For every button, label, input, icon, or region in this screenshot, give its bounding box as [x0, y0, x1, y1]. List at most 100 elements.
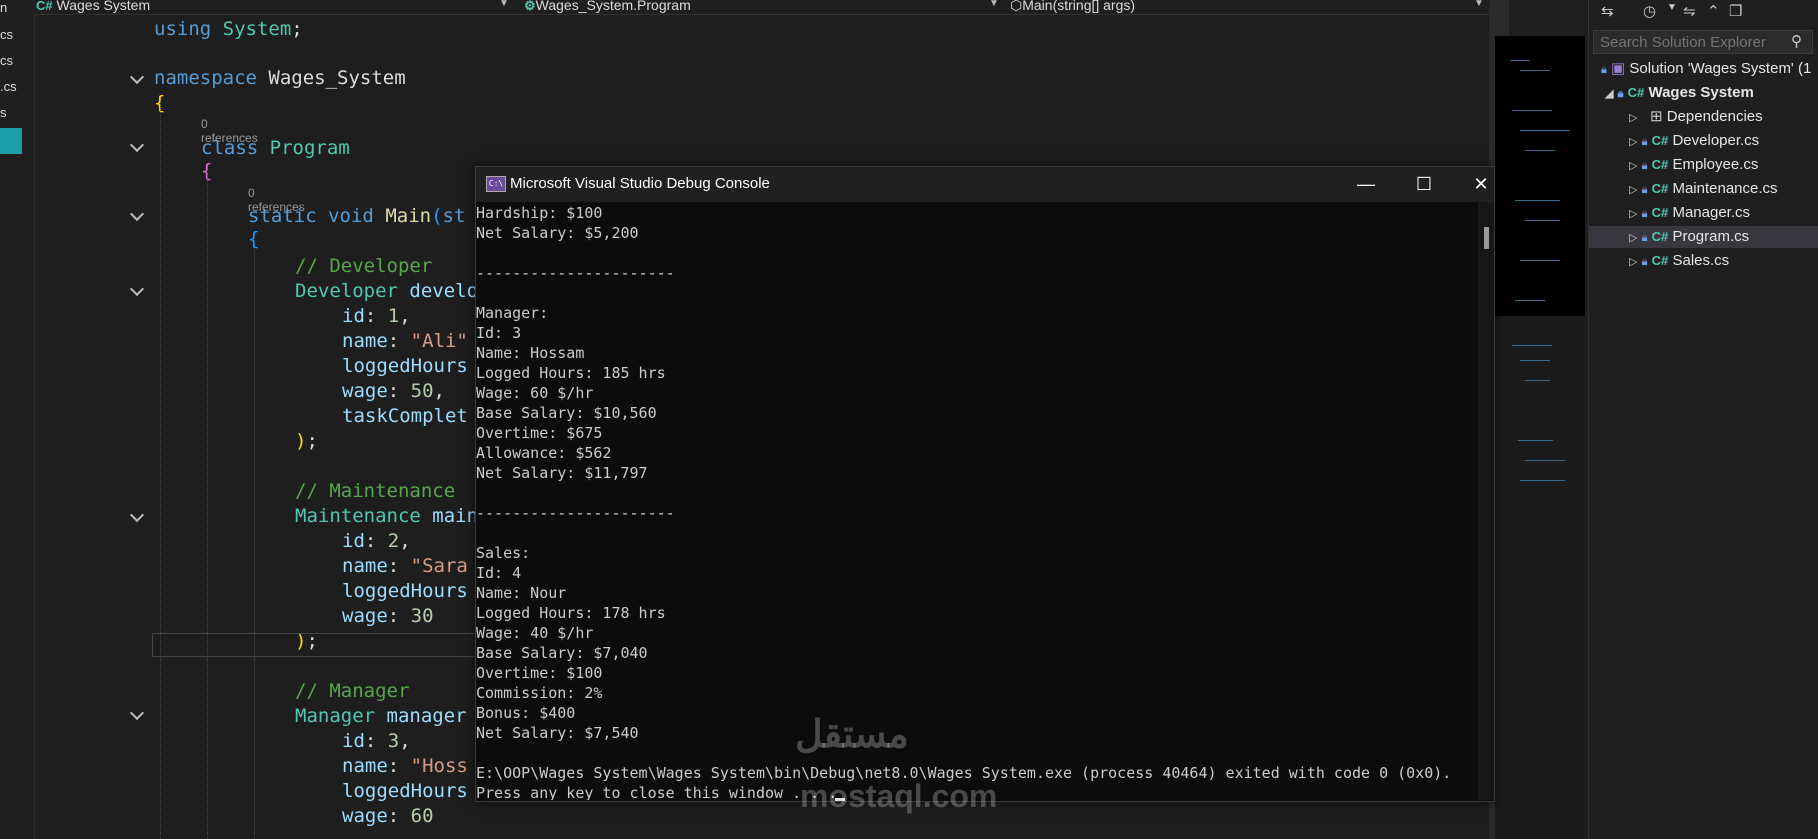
code-line[interactable]: wage: 30: [342, 605, 434, 627]
code-line[interactable]: // Manager: [295, 680, 409, 702]
code-token: develo: [409, 280, 479, 302]
navigation-bar: C# Wages System ▼ ⚙Wages_System.Program …: [34, 0, 1489, 15]
minimap-viewport[interactable]: [1495, 36, 1585, 316]
tree-item-program[interactable]: ▷ 🔒︎ C# Program.cs: [1589, 226, 1818, 248]
code-line[interactable]: using System;: [154, 18, 303, 40]
tree-item-manager[interactable]: ▷ 🔒︎ C# Manager.cs: [1629, 202, 1750, 224]
debug-console-window[interactable]: C:\ Microsoft Visual Studio Debug Consol…: [475, 166, 1495, 802]
indent-guide: [254, 250, 255, 839]
expand-icon[interactable]: ◢: [1605, 88, 1613, 100]
collapse-arrow-icon[interactable]: ▷: [1629, 136, 1637, 148]
code-token: id: [342, 305, 365, 327]
code-line[interactable]: id: 1,: [342, 305, 411, 327]
dependencies-icon: ⊞: [1649, 108, 1663, 125]
code-token: Wages_System: [256, 67, 406, 89]
code-line[interactable]: name: "Ali": [342, 330, 468, 352]
left-tab[interactable]: n: [0, 0, 34, 15]
code-line[interactable]: wage: 50,: [342, 380, 445, 402]
console-line: Net Salary: $5,200: [476, 224, 639, 242]
method-dropdown[interactable]: ⬡Main(string[] args): [1010, 0, 1135, 14]
code-line[interactable]: Manager manager: [295, 705, 467, 727]
code-token: Maintenance: [295, 505, 421, 527]
console-line: Logged Hours: 178 hrs: [476, 604, 666, 622]
fold-chevron-icon[interactable]: [129, 69, 145, 85]
left-tab[interactable]: cs: [0, 53, 34, 68]
code-token: ,: [433, 380, 445, 402]
code-line[interactable]: Developer develo: [295, 280, 478, 302]
code-line[interactable]: Maintenance main: [295, 505, 478, 527]
code-line[interactable]: // Maintenance: [295, 480, 455, 502]
search-input[interactable]: [1593, 30, 1813, 54]
chevron-down-icon[interactable]: ▼: [1474, 0, 1484, 9]
collapse-arrow-icon[interactable]: ▷: [1629, 112, 1637, 124]
codelens-references[interactable]: 0 references: [248, 186, 305, 214]
fold-chevron-icon[interactable]: [129, 206, 145, 222]
fold-chevron-icon[interactable]: [129, 137, 145, 153]
code-line[interactable]: loggedHours: [342, 580, 468, 602]
code-line[interactable]: loggedHours: [342, 780, 468, 802]
code-token: // Maintenance: [295, 480, 456, 502]
collapse-all-icon[interactable]: ⌃: [1707, 2, 1720, 20]
close-button[interactable]: ✕: [1461, 171, 1501, 197]
code-token: loggedHours: [342, 355, 468, 377]
chevron-down-icon[interactable]: ▼: [989, 0, 999, 9]
code-line[interactable]: );: [295, 430, 318, 452]
lock-icon: 🔒︎: [1641, 184, 1648, 196]
left-tab[interactable]: s: [0, 105, 34, 120]
chevron-down-icon[interactable]: ▼: [1667, 2, 1677, 13]
console-scrollbar[interactable]: [1478, 202, 1494, 800]
code-line[interactable]: namespace Wages_System: [154, 67, 406, 89]
code-token: main: [432, 505, 479, 527]
code-line[interactable]: loggedHours: [342, 355, 468, 377]
code-line[interactable]: {: [248, 228, 259, 250]
code-line[interactable]: name: "Hoss: [342, 755, 468, 777]
collapse-arrow-icon[interactable]: ▷: [1629, 208, 1637, 220]
code-line[interactable]: wage: 60: [342, 805, 434, 827]
collapse-arrow-icon[interactable]: ▷: [1629, 256, 1637, 268]
history-icon[interactable]: ◷: [1643, 2, 1656, 20]
console-line: Wage: 60 $/hr: [476, 384, 594, 402]
class-icon: ⚙: [524, 0, 536, 13]
code-token: "Sara: [410, 555, 468, 577]
left-tab[interactable]: .cs: [0, 79, 34, 94]
copy-icon[interactable]: ❐: [1729, 2, 1742, 20]
code-line[interactable]: taskComplet: [342, 405, 468, 427]
project-dropdown[interactable]: C# Wages System: [36, 0, 150, 13]
sync-icon[interactable]: ⇆: [1601, 2, 1614, 20]
left-tab[interactable]: cs: [0, 27, 34, 42]
class-dropdown[interactable]: ⚙Wages_System.Program: [524, 0, 691, 14]
fold-chevron-icon[interactable]: [129, 281, 145, 297]
code-token: st: [442, 205, 466, 227]
code-line[interactable]: id: 2,: [342, 530, 411, 552]
maximize-button[interactable]: ☐: [1404, 171, 1444, 197]
search-icon[interactable]: ⚲: [1791, 32, 1802, 50]
code-token: namespace: [154, 67, 257, 89]
tree-item-dependencies[interactable]: ▷ ⊞ Dependencies: [1629, 106, 1763, 128]
solution-node[interactable]: 🔒︎ ▣ Solution 'Wages System' (1: [1601, 58, 1811, 80]
fold-chevron-icon[interactable]: [129, 705, 145, 721]
console-title-bar[interactable]: C:\ Microsoft Visual Studio Debug Consol…: [476, 167, 1494, 202]
project-node[interactable]: ◢ 🔒︎ C# Wages System: [1605, 82, 1754, 104]
collapse-arrow-icon[interactable]: ▷: [1629, 184, 1637, 196]
tree-item-developer[interactable]: ▷ 🔒︎ C# Developer.cs: [1629, 130, 1759, 152]
minimize-button[interactable]: —: [1346, 171, 1386, 197]
code-line[interactable]: // Developer: [295, 255, 432, 277]
console-scroll-thumb[interactable]: [1484, 227, 1489, 249]
tree-item-sales[interactable]: ▷ 🔒︎ C# Sales.cs: [1629, 250, 1729, 272]
chevron-down-icon[interactable]: ▼: [499, 0, 509, 9]
collapse-arrow-icon[interactable]: ▷: [1629, 160, 1637, 172]
code-line[interactable]: id: 3,: [342, 730, 411, 752]
console-line: Commission: 2%: [476, 684, 603, 702]
codelens-references[interactable]: 0 references: [201, 117, 258, 145]
console-line: Name: Hossam: [476, 344, 585, 362]
tree-item-employee[interactable]: ▷ 🔒︎ C# Employee.cs: [1629, 154, 1758, 176]
solution-explorer: ⇆ ◷ ▼ ⇋ ⌃ ❐ ⚲ 🔒︎ ▣ Solution 'Wages Syste…: [1588, 0, 1818, 839]
minimap-line: [1510, 60, 1530, 61]
collapse-arrow-icon[interactable]: ▷: [1629, 232, 1637, 244]
swap-icon[interactable]: ⇋: [1683, 2, 1696, 20]
fold-chevron-icon[interactable]: [129, 507, 145, 523]
tree-item-maintenance[interactable]: ▷ 🔒︎ C# Maintenance.cs: [1629, 178, 1778, 200]
code-line[interactable]: name: "Sara: [342, 555, 468, 577]
